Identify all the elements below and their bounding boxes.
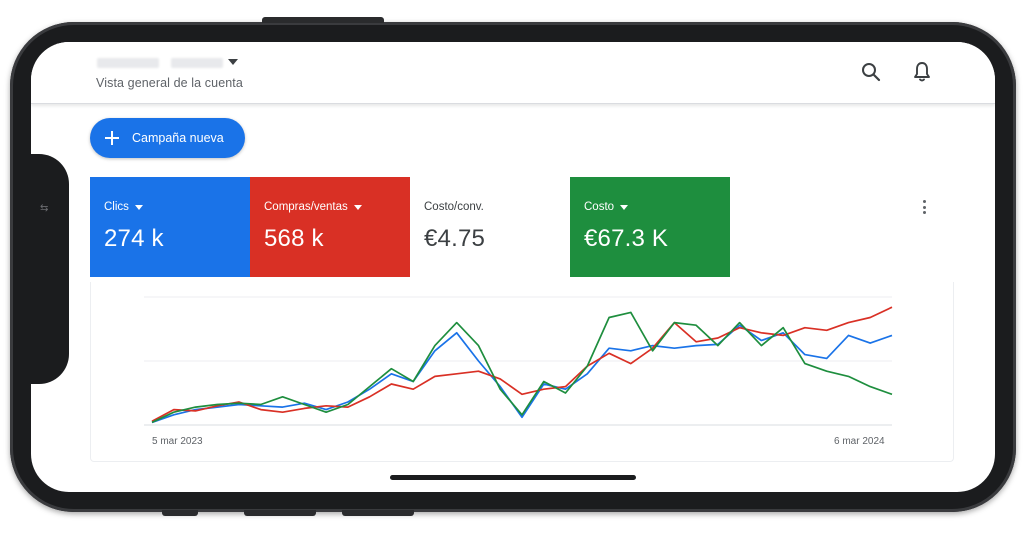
- account-dropdown-icon[interactable]: [228, 59, 238, 65]
- more-vert-icon[interactable]: [920, 200, 928, 218]
- metric-value: 568 k: [264, 225, 324, 252]
- chart-series-line-0: [151, 324, 893, 424]
- x-axis-start-label: 5 mar 2023: [152, 436, 203, 447]
- metric-card-clicks[interactable]: Clics 274 k: [90, 177, 250, 277]
- search-icon[interactable]: [859, 60, 883, 84]
- new-campaign-button[interactable]: Campaña nueva: [90, 118, 245, 158]
- metric-value: €4.75: [424, 225, 486, 252]
- metric-card-cost-per-conversion[interactable]: Costo/conv. €4.75: [410, 177, 570, 277]
- home-indicator: [390, 475, 636, 480]
- phone-notch: [31, 154, 69, 384]
- metric-value: €67.3 K: [584, 225, 669, 252]
- metric-value: 274 k: [104, 225, 164, 252]
- chevron-down-icon[interactable]: [134, 204, 143, 210]
- bell-icon[interactable]: [910, 60, 934, 84]
- account-subtitle: Vista general de la cuenta: [96, 76, 243, 90]
- phone-side-button: [342, 510, 414, 516]
- phone-side-button: [244, 510, 316, 516]
- phone-side-button: [262, 17, 384, 23]
- metric-label: Compras/ventas: [264, 201, 348, 213]
- new-campaign-label: Campaña nueva: [132, 131, 224, 145]
- account-id-redacted[interactable]: [171, 58, 223, 68]
- account-name-redacted[interactable]: [97, 58, 159, 68]
- metric-label: Costo/conv.: [424, 201, 484, 213]
- chevron-down-icon[interactable]: [620, 204, 629, 210]
- plus-icon: [104, 130, 120, 146]
- app-screen: Vista general de la cuenta Campaña nueva…: [31, 42, 995, 492]
- performance-line-chart: [144, 296, 893, 426]
- app-header: Vista general de la cuenta: [31, 42, 995, 104]
- metric-card-conversions[interactable]: Compras/ventas 568 k: [250, 177, 410, 277]
- metric-label: Costo: [584, 201, 615, 213]
- phone-side-button: [162, 510, 198, 516]
- chevron-down-icon[interactable]: [353, 204, 362, 210]
- metric-label: Clics: [104, 201, 129, 213]
- notch-sensor-icon: ⇆: [40, 203, 49, 214]
- metric-card-cost[interactable]: Costo €67.3 K: [570, 177, 730, 277]
- x-axis-end-label: 6 mar 2024: [834, 436, 885, 447]
